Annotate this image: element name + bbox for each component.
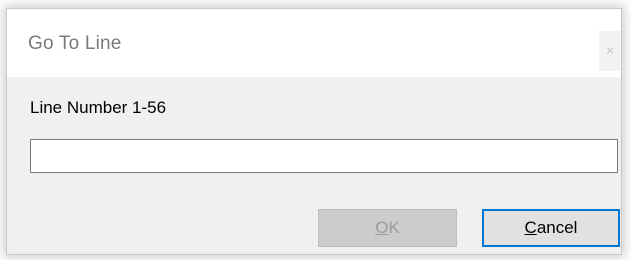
close-button[interactable]: × (599, 31, 621, 71)
ok-button-accelerator: O (375, 218, 389, 237)
screenshot-frame: Go To Line × Line Number 1-56 OK Cancel (0, 0, 631, 260)
line-number-input[interactable] (30, 139, 618, 173)
cancel-button-label-rest: ancel (536, 218, 578, 237)
ok-button[interactable]: OK (318, 209, 457, 247)
dialog-title: Go To Line (28, 33, 122, 54)
dialog-titlebar[interactable]: Go To Line × (7, 9, 621, 77)
line-number-label: Line Number 1-56 (30, 98, 167, 117)
ok-button-label-rest: K (388, 218, 400, 237)
cancel-button[interactable]: Cancel (482, 209, 620, 247)
close-icon: × (606, 43, 614, 58)
go-to-line-dialog: Go To Line × Line Number 1-56 OK Cancel (6, 8, 622, 255)
cancel-button-accelerator: C (524, 218, 537, 237)
